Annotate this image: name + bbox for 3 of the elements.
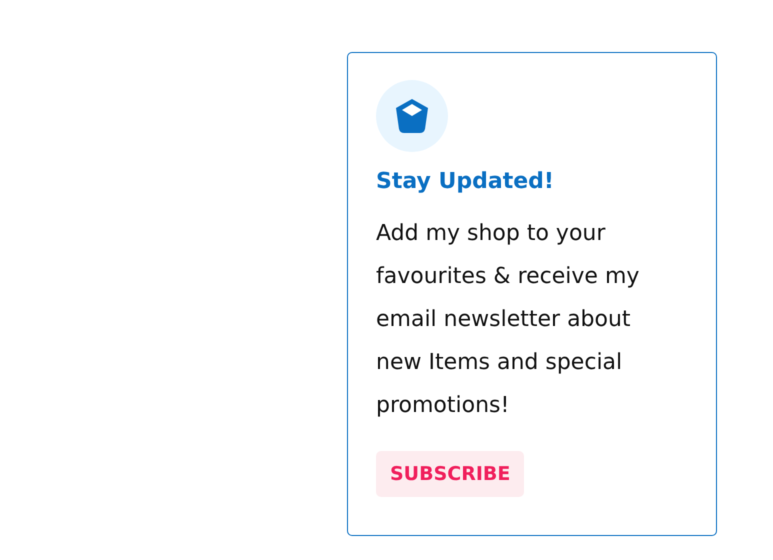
card-title: Stay Updated! bbox=[376, 169, 555, 194]
card-description: Add my shop to your favourites & receive my email newsletter about new Items and special promotions! bbox=[376, 220, 640, 420]
subscribe-button[interactable]: SUBSCRIBE bbox=[376, 451, 524, 497]
